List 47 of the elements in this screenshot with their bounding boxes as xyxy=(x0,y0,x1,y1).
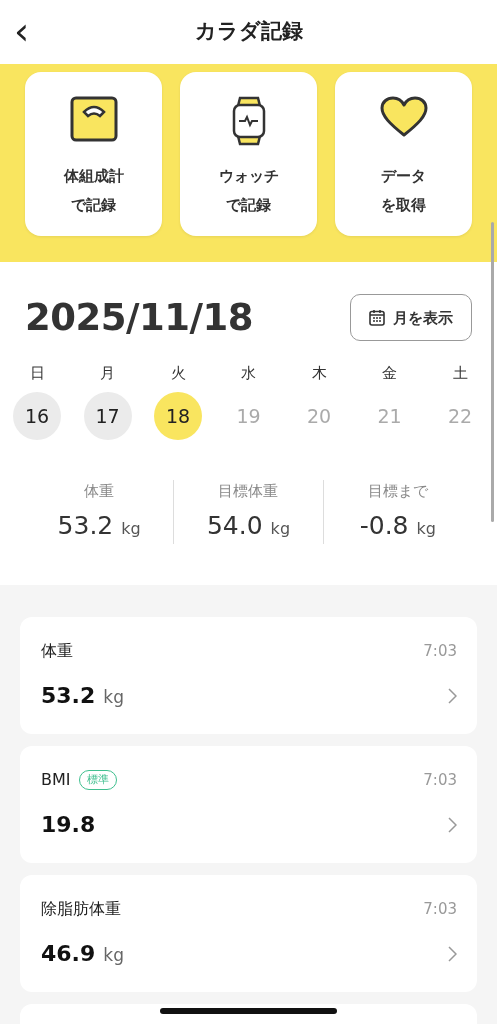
date-heading: 2025/11/18 xyxy=(25,295,253,341)
weekday-label: 土 xyxy=(452,362,468,384)
day-button[interactable]: 16 xyxy=(13,392,61,440)
unit-label: kg xyxy=(416,517,436,540)
stat-label: 目標まで xyxy=(366,481,429,502)
action-label: 体組成計 で記録 xyxy=(63,166,124,217)
stat-label: 目標体重 xyxy=(217,481,280,502)
action-card[interactable]: ウォッチ で記録 xyxy=(180,72,317,236)
action-label: ウォッチ で記録 xyxy=(218,166,279,217)
stat-label: 体重 xyxy=(83,481,116,502)
day-button: 19 xyxy=(224,392,273,440)
day-button[interactable]: 17 xyxy=(83,392,132,440)
action-label: データ を取得 xyxy=(381,166,426,217)
action-card[interactable]: データ を取得 xyxy=(335,72,472,236)
weekday-label: 火 xyxy=(170,362,186,384)
weekday-label: 月 xyxy=(100,362,115,384)
action-card[interactable]: 体組成計 で記録 xyxy=(25,72,162,236)
stat-value: 54.0 xyxy=(206,509,263,542)
record-value: 53.2 xyxy=(41,682,96,710)
record-label: BMI xyxy=(41,769,71,791)
day-button: 22 xyxy=(436,392,484,440)
weekday-label: 木 xyxy=(311,362,327,384)
weekday-label: 金 xyxy=(382,362,397,384)
month-view-button[interactable]: 月を表示 xyxy=(350,294,472,342)
page-title: カラダ記録 xyxy=(194,18,303,46)
unit-label: kg xyxy=(270,517,291,540)
unit-label: kg xyxy=(103,944,124,967)
weekday-label: 日 xyxy=(29,362,45,384)
day-button: 21 xyxy=(365,392,414,440)
record-time: 7:03 xyxy=(423,769,457,791)
unit-label: kg xyxy=(121,517,141,540)
weekday-label: 水 xyxy=(241,362,256,384)
record-label: 体重 xyxy=(41,640,73,662)
record-time: 7:03 xyxy=(423,640,457,662)
back-button[interactable]: ‹ xyxy=(8,12,36,50)
record-value: 46.9 xyxy=(41,940,96,968)
stat-value: 53.2 xyxy=(57,509,114,542)
stat-value: -0.8 xyxy=(359,509,409,542)
record-label: 除脂肪体重 xyxy=(41,898,121,920)
day-button: 20 xyxy=(295,392,343,440)
unit-label: kg xyxy=(103,686,124,709)
record-card[interactable]: 除脂肪体重 7:03 46.9 kg xyxy=(20,875,477,992)
record-card[interactable]: 体重 7:03 53.2 kg xyxy=(20,617,477,734)
record-value: 19.8 xyxy=(41,811,96,839)
record-time: 7:03 xyxy=(423,898,457,920)
record-card[interactable]: BMI 標準 7:03 19.8 xyxy=(20,746,477,863)
day-button[interactable]: 18 xyxy=(154,392,202,440)
